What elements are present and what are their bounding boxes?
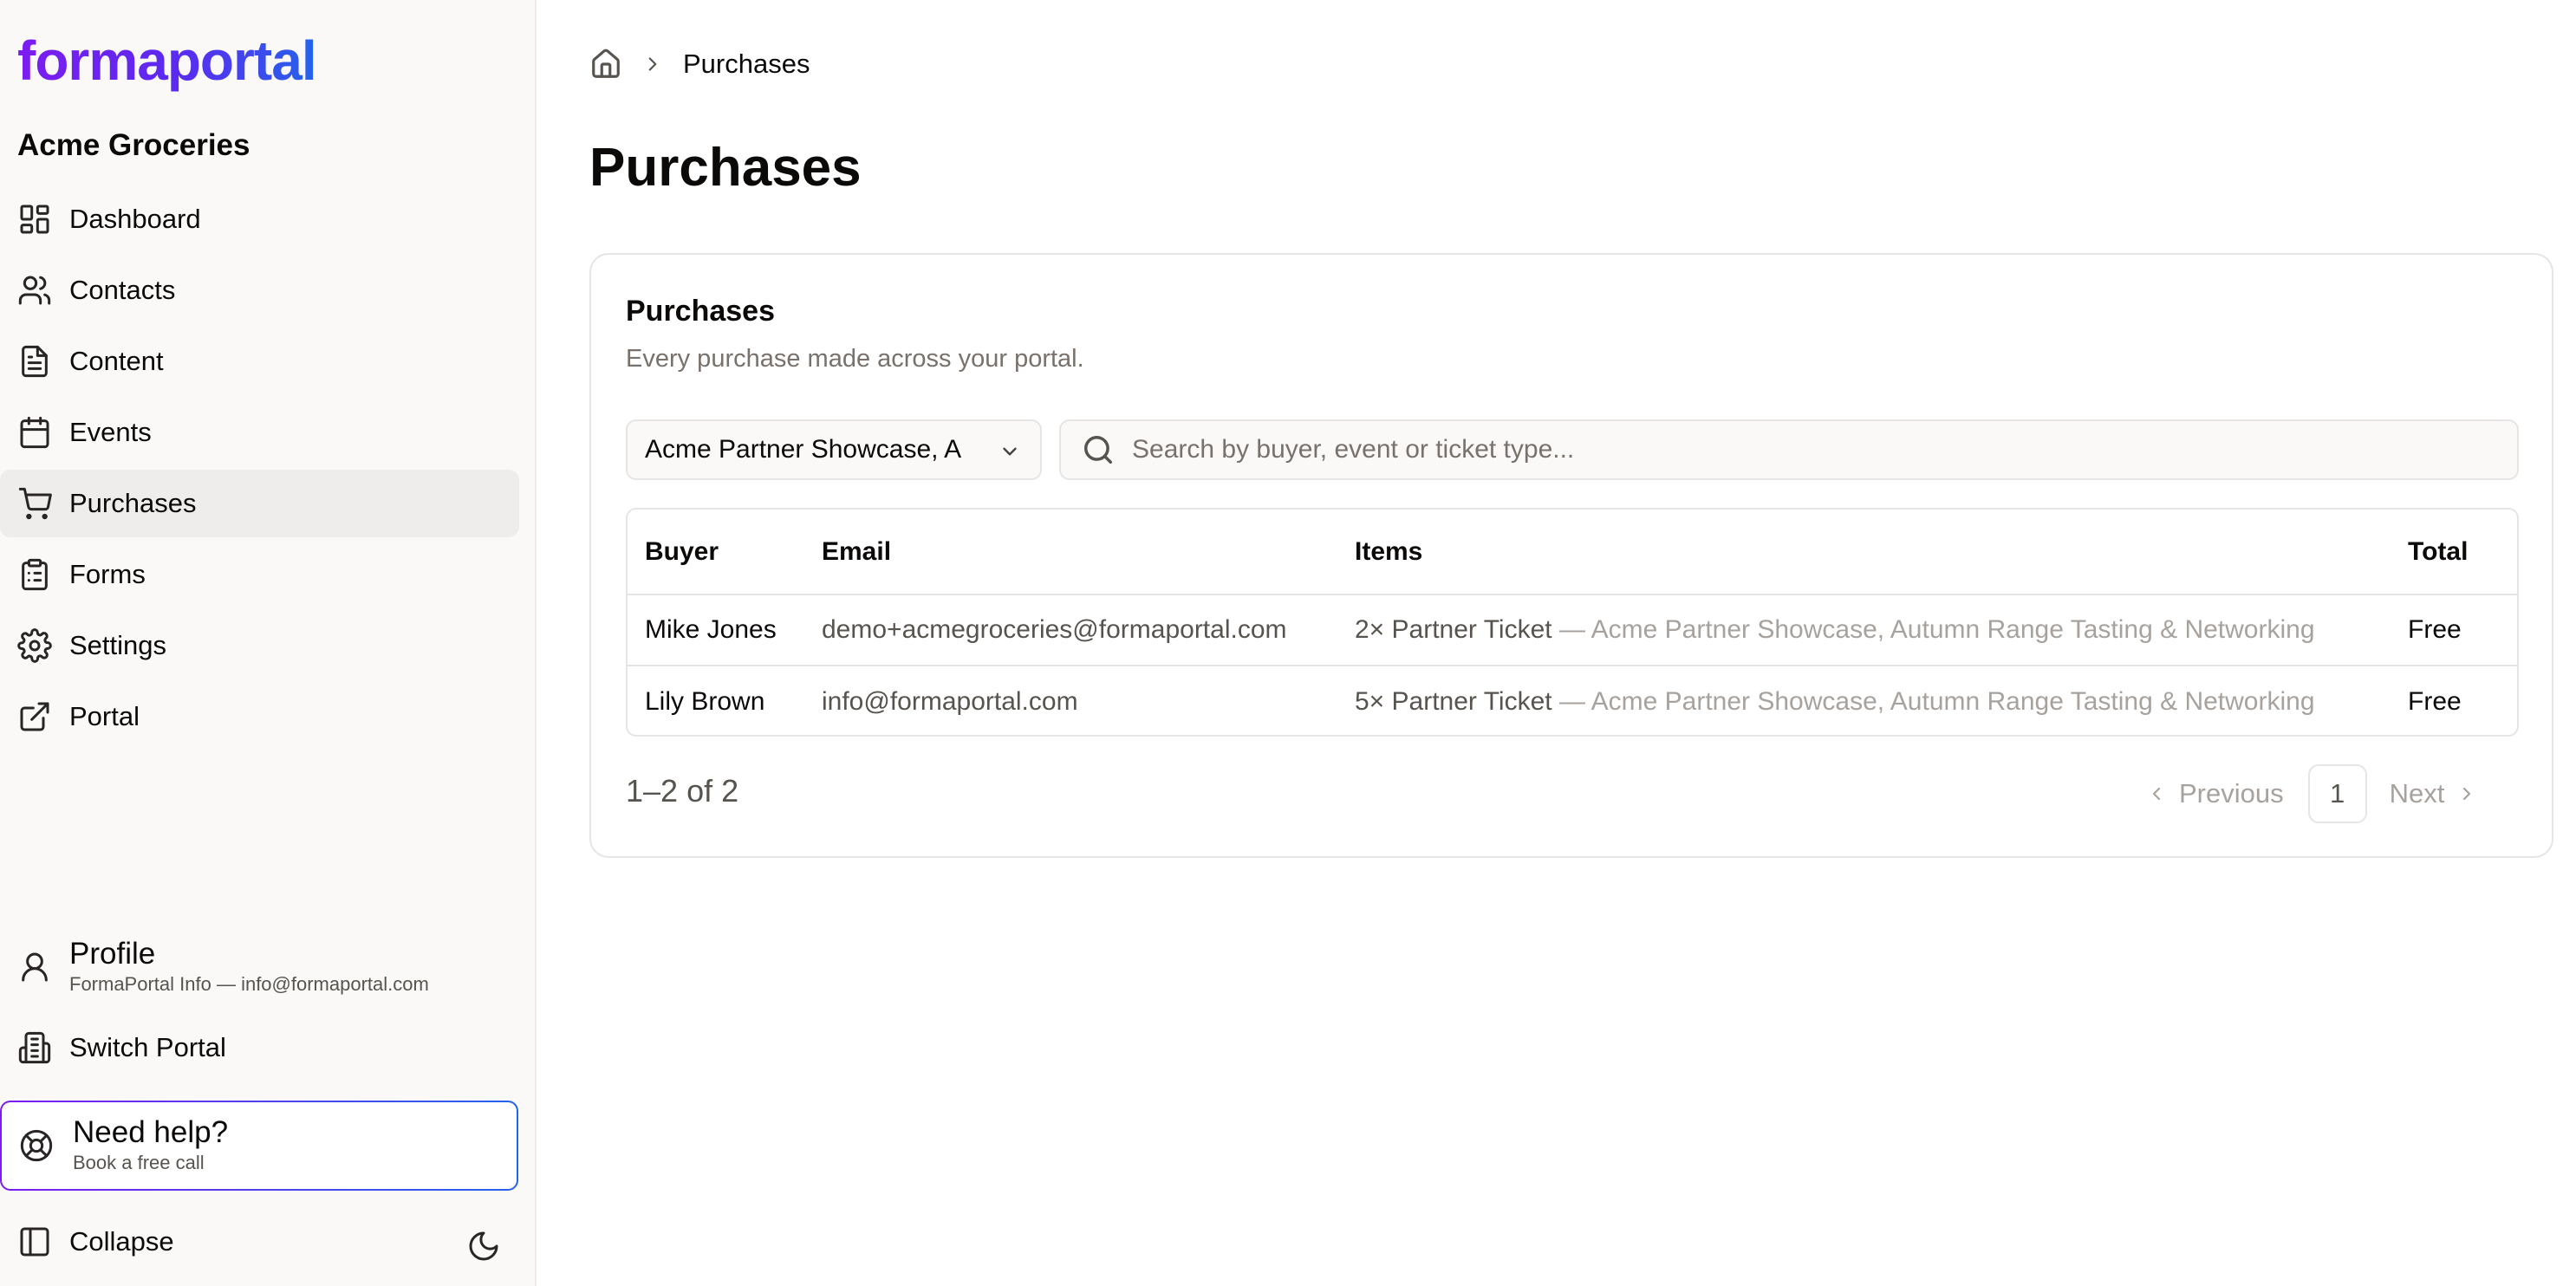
search-input[interactable] <box>1132 435 2484 464</box>
collapse-label: Collapse <box>69 1226 174 1257</box>
email-cell: demo+acmegroceries@formaportal.com <box>822 615 1287 644</box>
table-header-row: Buyer Email Items Total <box>628 510 2517 595</box>
chevron-left-icon <box>2152 787 2161 801</box>
page-number-button[interactable]: 1 <box>2307 764 2367 823</box>
sidebar-item-purchases[interactable]: Purchases <box>0 470 519 537</box>
next-label: Next <box>2389 778 2445 809</box>
clipboard-icon <box>22 558 48 591</box>
items-quantity: 5× Partner Ticket <box>1355 686 1552 716</box>
search-box <box>1059 419 2519 480</box>
dashboard-icon <box>20 205 49 234</box>
sidebar-item-label: Forms <box>69 559 146 589</box>
chevron-right-icon <box>2463 787 2471 801</box>
purchases-table: Buyer Email Items Total Mike Jones demo+… <box>626 508 2519 737</box>
sidebar-item-events[interactable]: Events <box>0 399 519 466</box>
sidebar-item-label: Purchases <box>69 488 197 518</box>
column-header-buyer[interactable]: Buyer <box>628 510 804 595</box>
sidebar-item-label: Events <box>69 417 152 447</box>
items-quantity: 2× Partner Ticket <box>1355 615 1552 644</box>
sidebar-item-label: Dashboard <box>69 204 201 234</box>
document-icon <box>22 345 48 378</box>
sidebar-item-settings[interactable]: Settings <box>0 612 519 679</box>
event-filter-value: Acme Partner Showcase, A <box>645 435 962 464</box>
calendar-icon <box>20 416 49 449</box>
pagination: Previous 1 Next <box>2146 764 2477 823</box>
profile-menu[interactable]: Profile FormaPortal Info — info@formapor… <box>17 932 520 1002</box>
purchases-card: Purchases Every purchase made across you… <box>589 253 2553 858</box>
column-header-email[interactable]: Email <box>804 510 1337 595</box>
card-title: Purchases <box>626 295 775 328</box>
sidebar-item-contacts[interactable]: Contacts <box>0 257 519 324</box>
next-page-button[interactable]: Next <box>2390 778 2478 809</box>
email-cell: info@formaportal.com <box>804 665 1337 735</box>
buyer-cell: Mike Jones <box>645 615 777 644</box>
switch-portal-button[interactable]: Switch Portal <box>17 1014 226 1081</box>
buyer-cell: Lily Brown <box>628 665 804 735</box>
search-icon <box>1084 436 1112 464</box>
home-icon[interactable] <box>589 48 622 81</box>
lifebuoy-icon <box>20 1129 53 1162</box>
org-name: Acme Groceries <box>17 128 250 162</box>
chevron-right-icon <box>648 57 657 71</box>
sidebar-item-label: Contacts <box>69 275 176 305</box>
gear-icon <box>17 628 52 663</box>
profile-title: Profile <box>69 937 156 971</box>
sidebar-item-dashboard[interactable]: Dashboard <box>0 185 519 253</box>
total-cell: Free <box>2408 615 2462 644</box>
sidebar-item-label: Portal <box>69 701 140 731</box>
sidebar-item-label: Content <box>69 346 164 376</box>
help-subtitle: Book a free call <box>73 1152 205 1173</box>
building-icon <box>18 1031 51 1064</box>
sidebar-item-portal[interactable]: Portal <box>0 683 519 750</box>
results-count: 1–2 of 2 <box>626 773 739 809</box>
total-cell: Free <box>2391 665 2517 735</box>
user-icon <box>22 952 48 982</box>
previous-page-button[interactable]: Previous <box>2146 778 2284 809</box>
card-subtitle: Every purchase made across your portal. <box>626 345 1084 373</box>
sidebar-item-forms[interactable]: Forms <box>0 541 519 608</box>
profile-subtitle: FormaPortal Info — info@formaportal.com <box>69 973 429 995</box>
collapse-sidebar-button[interactable]: Collapse <box>17 1208 503 1276</box>
event-filter-select[interactable]: Acme Partner Showcase, A <box>626 419 1042 480</box>
items-event: — Acme Partner Showcase, Autumn Range Ta… <box>1558 686 2315 716</box>
items-event: — Acme Partner Showcase, Autumn Range Ta… <box>1558 615 2315 644</box>
table-row[interactable]: Mike Jones demo+acmegroceries@formaporta… <box>628 594 2517 666</box>
previous-label: Previous <box>2179 778 2284 809</box>
breadcrumb: Purchases <box>589 45 810 83</box>
help-title: Need help? <box>73 1115 229 1149</box>
cart-icon <box>18 487 52 520</box>
column-header-total[interactable]: Total <box>2391 510 2517 595</box>
switch-portal-label: Switch Portal <box>69 1032 226 1062</box>
main-content: Purchases Purchases Purchases Every purc… <box>537 0 2576 1286</box>
moon-icon <box>469 1231 498 1261</box>
breadcrumb-current: Purchases <box>683 49 810 79</box>
items-cell: 2× Partner Ticket — Acme Partner Showcas… <box>1337 594 2391 666</box>
column-header-items[interactable]: Items <box>1337 510 2391 595</box>
table-row[interactable]: Lily Brown info@formaportal.com 5× Partn… <box>628 665 2517 735</box>
sidebar-item-content[interactable]: Content <box>0 328 519 395</box>
help-button[interactable]: Need help? Book a free call <box>0 1101 518 1191</box>
items-cell: 5× Partner Ticket — Acme Partner Showcas… <box>1337 665 2391 735</box>
sidebar-nav: Dashboard Contacts Content Events Purcha… <box>0 185 537 754</box>
sidebar-item-label: Settings <box>69 630 167 660</box>
sidebar: formaportal Acme Groceries Dashboard Con… <box>0 0 537 1286</box>
formaportal-logo[interactable]: formaportal <box>17 29 317 92</box>
page-title: Purchases <box>589 138 862 198</box>
users-icon <box>18 276 51 305</box>
external-link-icon <box>20 702 49 731</box>
chevron-down-icon <box>1003 447 1017 456</box>
theme-toggle-button[interactable] <box>466 1229 501 1263</box>
panel-left-icon <box>20 1227 49 1257</box>
